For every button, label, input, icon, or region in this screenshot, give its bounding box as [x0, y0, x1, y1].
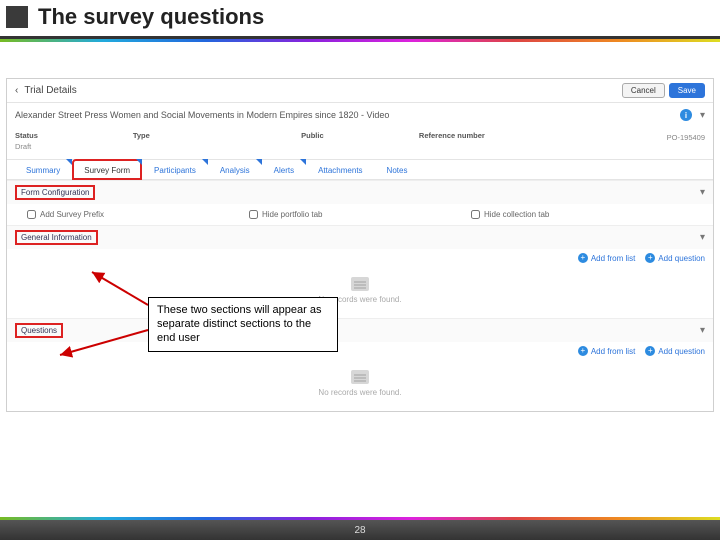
chevron-down-icon[interactable]: ▾ — [700, 187, 705, 198]
type-label: Type — [133, 131, 301, 140]
collapse-icon[interactable]: ▾ — [700, 110, 705, 121]
status-label: Status — [15, 131, 133, 140]
section-form-configuration: Form Configuration ▾ Add Survey Prefix H… — [7, 180, 713, 225]
empty-state: No records were found. — [7, 360, 713, 411]
section-title-form-configuration: Form Configuration — [15, 185, 95, 200]
empty-text: No records were found. — [7, 295, 713, 304]
empty-icon — [351, 370, 369, 384]
checkbox-add-survey-prefix[interactable]: Add Survey Prefix — [27, 210, 249, 219]
link-label: Add question — [658, 254, 705, 263]
tabs: Summary Survey Form Participants Analysi… — [7, 160, 713, 180]
info-icon[interactable]: i — [680, 109, 692, 121]
tab-corner-icon — [136, 159, 142, 165]
app-frame: ‹ Trial Details Cancel Save Alexander St… — [6, 78, 714, 412]
tab-corner-icon — [256, 159, 262, 165]
link-label: Add question — [658, 347, 705, 356]
checkbox-label: Add Survey Prefix — [40, 210, 104, 219]
tab-label: Alerts — [274, 166, 294, 175]
tab-analysis[interactable]: Analysis — [209, 160, 261, 179]
link-label: Add from list — [591, 347, 635, 356]
tab-label: Survey Form — [84, 166, 130, 175]
tab-alerts[interactable]: Alerts — [263, 160, 305, 179]
back-icon[interactable]: ‹ — [15, 85, 18, 96]
tab-corner-icon — [66, 159, 72, 165]
plus-icon: + — [645, 253, 655, 263]
record-meta: Status Draft Type Public Reference numbe… — [7, 127, 713, 160]
tab-corner-icon — [202, 159, 208, 165]
cancel-button[interactable]: Cancel — [622, 83, 665, 98]
breadcrumb[interactable]: Trial Details — [24, 85, 618, 96]
status-value: Draft — [15, 142, 133, 151]
reference-label: Reference number — [419, 131, 587, 140]
empty-icon — [351, 277, 369, 291]
empty-text: No records were found. — [7, 388, 713, 397]
tab-label: Participants — [154, 166, 196, 175]
footer-stripe — [0, 517, 720, 520]
tab-corner-icon — [300, 159, 306, 165]
checkbox-hide-portfolio[interactable]: Hide portfolio tab — [249, 210, 471, 219]
link-label: Add from list — [591, 254, 635, 263]
add-from-list-link[interactable]: +Add from list — [578, 253, 635, 263]
tab-summary[interactable]: Summary — [15, 160, 71, 179]
reference-value: PO-195409 — [587, 133, 705, 142]
checkbox-hide-collection[interactable]: Hide collection tab — [471, 210, 693, 219]
tab-survey-form[interactable]: Survey Form — [73, 160, 141, 179]
slide-bullet — [6, 6, 28, 28]
record-title: Alexander Street Press Women and Social … — [15, 110, 680, 120]
chevron-down-icon[interactable]: ▾ — [700, 325, 705, 336]
add-question-link[interactable]: +Add question — [645, 346, 705, 356]
rainbow-divider — [0, 39, 720, 42]
tab-label: Notes — [387, 166, 408, 175]
plus-icon: + — [645, 346, 655, 356]
tab-participants[interactable]: Participants — [143, 160, 207, 179]
checkbox-label: Hide portfolio tab — [262, 210, 322, 219]
plus-icon: + — [578, 253, 588, 263]
page-number: 28 — [354, 525, 365, 536]
section-title-general-information: General Information — [15, 230, 98, 245]
tab-label: Summary — [26, 166, 60, 175]
public-label: Public — [301, 131, 419, 140]
tab-notes[interactable]: Notes — [376, 160, 419, 179]
slide-title: The survey questions — [38, 4, 264, 30]
slide-footer: 28 — [0, 520, 720, 540]
section-general-information: General Information ▾ +Add from list +Ad… — [7, 225, 713, 318]
section-questions: Questions ▾ +Add from list +Add question… — [7, 318, 713, 411]
save-button[interactable]: Save — [669, 83, 705, 98]
add-question-link[interactable]: +Add question — [645, 253, 705, 263]
callout-text: These two sections will appear as separa… — [157, 304, 321, 344]
tab-label: Attachments — [318, 166, 362, 175]
empty-state: No records were found. — [7, 267, 713, 318]
section-title-questions: Questions — [15, 323, 63, 338]
tab-attachments[interactable]: Attachments — [307, 160, 373, 179]
annotation-callout: These two sections will appear as separa… — [148, 297, 338, 352]
checkbox-label: Hide collection tab — [484, 210, 549, 219]
add-from-list-link[interactable]: +Add from list — [578, 346, 635, 356]
plus-icon: + — [578, 346, 588, 356]
chevron-down-icon[interactable]: ▾ — [700, 232, 705, 243]
tab-label: Analysis — [220, 166, 250, 175]
